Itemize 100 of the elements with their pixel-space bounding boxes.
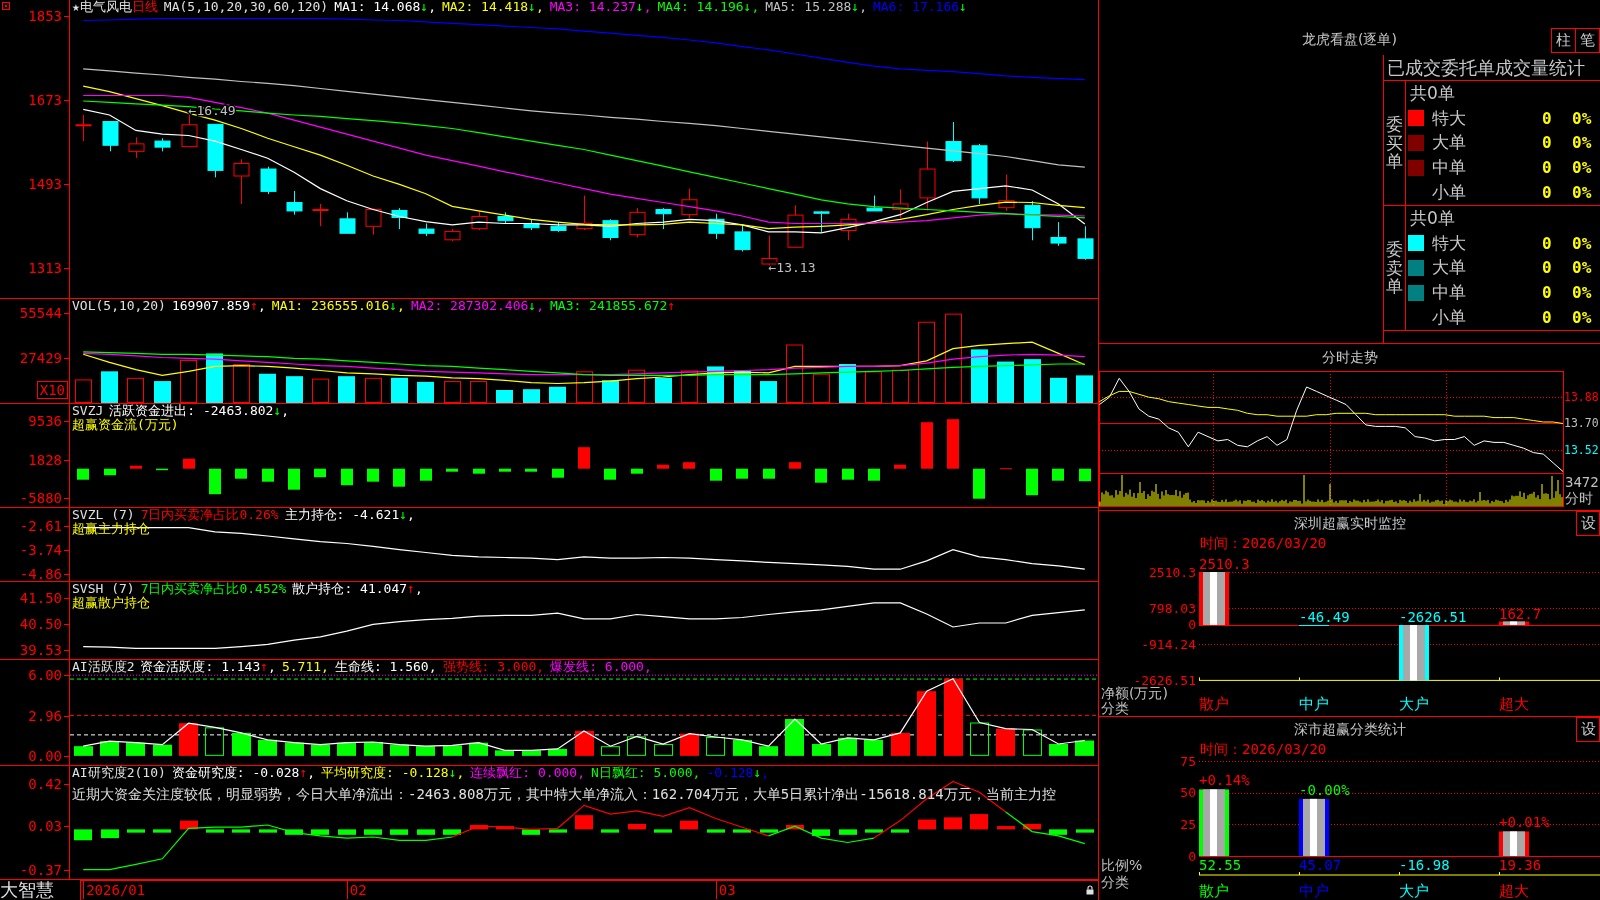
indicator-name: VOL(5,10,20) bbox=[72, 299, 166, 313]
axis-label: 27429 bbox=[19, 350, 62, 367]
indicator-subtitle: 超赢散户持仓 bbox=[72, 596, 150, 610]
side-label: 委买单 bbox=[1386, 114, 1403, 172]
legend-item: -0.128↓, bbox=[706, 766, 770, 780]
axis-label: 1313 bbox=[28, 259, 62, 276]
volume-scale-label: 3472 bbox=[1565, 474, 1599, 490]
value-label: 19.36 bbox=[1499, 857, 1542, 873]
axis-label: 0 bbox=[1188, 617, 1196, 633]
unit-label: X10 bbox=[36, 381, 68, 399]
change-label: +0.14% bbox=[1199, 772, 1250, 789]
order-count: 0 bbox=[1542, 233, 1553, 253]
order-size-label: 小单 bbox=[1432, 181, 1467, 205]
indicator-name: SVZJ bbox=[72, 404, 104, 418]
panel-title: 龙虎看盘(逐单) bbox=[1302, 31, 1397, 49]
legend-item: MA1: 236555.016↓, bbox=[271, 299, 405, 313]
axis-label: 1853 bbox=[28, 8, 62, 25]
legend-item: 平均研究度: -0.128↓, bbox=[321, 766, 465, 780]
axis-label: -4.86 bbox=[19, 566, 62, 583]
data-label: 2510.3 bbox=[1199, 556, 1250, 572]
axis-label: 0 bbox=[1188, 848, 1196, 864]
order-share: 0% bbox=[1572, 108, 1593, 128]
axis-label: 798.03 bbox=[1149, 600, 1196, 616]
table-title: 已成交委托单成交量统计 bbox=[1387, 57, 1585, 78]
order-count: 0 bbox=[1542, 308, 1553, 328]
legend-item: 散户持仓: 41.047↑, bbox=[292, 582, 423, 596]
section-title: 深市超赢分类统计 bbox=[1293, 720, 1406, 739]
axis-label: 6.00 bbox=[28, 667, 62, 684]
legend-item: 活跃资金进出: -2463.802↓, bbox=[109, 404, 290, 418]
order-share: 0% bbox=[1572, 158, 1593, 178]
axis-label: 55544 bbox=[19, 304, 62, 321]
order-size-label: 大单 bbox=[1432, 256, 1467, 280]
legend-item: MA2: 287302.406↓, bbox=[410, 299, 544, 313]
side-label: 委卖单 bbox=[1386, 239, 1403, 297]
data-label: 162.7 bbox=[1499, 605, 1542, 622]
indicator-name: SVZL (7) bbox=[72, 508, 135, 522]
axis-title: 净额(万元) bbox=[1101, 685, 1168, 701]
price-annotation: ←13.13 bbox=[768, 259, 816, 275]
order-size-label: 特大 bbox=[1432, 231, 1467, 255]
value-label: 45.07 bbox=[1299, 857, 1342, 873]
legend-item: 资金活跃度: 1.143↑, bbox=[140, 660, 276, 674]
order-share: 0% bbox=[1572, 283, 1593, 303]
order-size-label: 中单 bbox=[1432, 281, 1467, 305]
legend-item: 7日内买卖净占比0.452% bbox=[140, 582, 287, 596]
legend-item: 5.711, bbox=[281, 660, 329, 674]
date-label: 03 bbox=[715, 881, 736, 899]
axis-label: 13.70 bbox=[1564, 416, 1599, 431]
order-count: 0 bbox=[1542, 133, 1553, 153]
indicator-params: MA(5,10,20,30,60,120) bbox=[163, 0, 329, 14]
order-count: 0 bbox=[1542, 183, 1553, 203]
axis-label: -0.37 bbox=[19, 861, 62, 878]
axis-label: 41.50 bbox=[19, 589, 62, 606]
legend-item: MA4: 14.196↓, bbox=[657, 0, 760, 14]
legend-item: MA3: 14.237↓, bbox=[549, 0, 652, 14]
category-label: 散户 bbox=[1199, 882, 1229, 900]
axis-label: 2.96 bbox=[28, 708, 62, 725]
legend-item: N日飘红: 5.000, bbox=[591, 766, 701, 780]
axis-label: 39.53 bbox=[19, 642, 62, 658]
axis-label: 50 bbox=[1180, 785, 1196, 801]
axis-label: 0.00 bbox=[28, 747, 62, 764]
indicator-name: SVSH (7) bbox=[72, 582, 135, 596]
category-label: 大户 bbox=[1399, 882, 1429, 900]
axis-label: 9536 bbox=[28, 413, 62, 429]
section-title: 深圳超赢实时监控 bbox=[1293, 514, 1406, 533]
order-share: 0% bbox=[1572, 183, 1593, 203]
order-share: 0% bbox=[1572, 258, 1593, 278]
legend-item: 169907.859↑, bbox=[171, 299, 266, 313]
axis-label: -5880 bbox=[19, 490, 62, 507]
value-label: -16.98 bbox=[1399, 857, 1450, 873]
order-size-label: 特大 bbox=[1432, 106, 1467, 130]
order-share: 0% bbox=[1572, 133, 1593, 153]
legend-item: 资金研究度: -0.028↑, bbox=[171, 766, 316, 780]
legend-item: 7日内买卖净占比0.26% bbox=[140, 508, 279, 522]
axis-label: 0.03 bbox=[28, 818, 62, 835]
order-size-label: 中单 bbox=[1432, 156, 1467, 180]
order-count: 0 bbox=[1542, 108, 1553, 128]
order-count: 0 bbox=[1542, 283, 1553, 303]
category-label: 中户 bbox=[1299, 882, 1329, 900]
legend-item: 爆发线: 6.000, bbox=[550, 660, 652, 674]
legend-item: MA3: 241855.672↑ bbox=[550, 299, 676, 313]
order-share: 0% bbox=[1572, 308, 1593, 328]
date-label: 2026/01 bbox=[83, 881, 146, 899]
legend-item: MA5: 15.288↓, bbox=[765, 0, 867, 14]
axis-label: 0.42 bbox=[28, 775, 62, 792]
axis-label: 25 bbox=[1180, 816, 1196, 832]
stock-title: ★电气风电日线 bbox=[72, 0, 158, 14]
axis-label: -3.74 bbox=[19, 542, 62, 559]
legend-item: MA1: 14.068↓, bbox=[334, 0, 436, 14]
order-count: 0 bbox=[1542, 258, 1553, 278]
change-label: +0.01% bbox=[1499, 814, 1550, 831]
axis-title: 分类 bbox=[1101, 874, 1129, 890]
axis-label: 2510.3 bbox=[1149, 564, 1196, 580]
timestamp: 时间：2026/03/20 bbox=[1200, 535, 1327, 551]
timestamp: 时间：2026/03/20 bbox=[1200, 741, 1327, 757]
axis-label: 1673 bbox=[28, 92, 62, 109]
data-label: -2626.51 bbox=[1399, 608, 1467, 625]
axis-label: -2.61 bbox=[19, 518, 62, 535]
order-total: 共0单 bbox=[1409, 81, 1455, 105]
axis-label: 1828 bbox=[28, 451, 62, 468]
indicator-name: AI活跃度2 bbox=[72, 660, 135, 674]
